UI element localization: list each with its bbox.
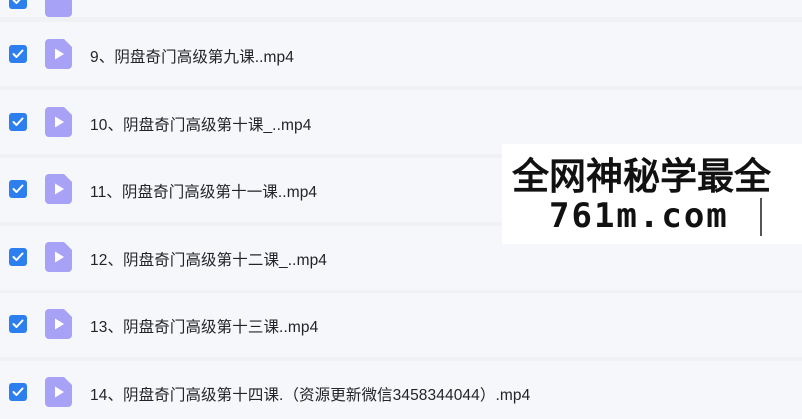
watermark-banner: 全网神秘学最全 761m.com xyxy=(502,144,802,244)
checkbox-checked[interactable] xyxy=(9,45,27,63)
checkbox-checked[interactable] xyxy=(9,383,27,401)
file-list-page: 9、阴盘奇门高级第九课..mp4 10、阴盘奇门高级第十课_..mp4 11、阴… xyxy=(0,0,802,419)
watermark-url: 761m.com xyxy=(549,196,729,236)
check-icon xyxy=(12,0,21,4)
video-file-icon xyxy=(45,107,72,137)
checkbox-checked[interactable] xyxy=(9,113,27,131)
file-name: 12、阴盘奇门高级第十二课_..mp4 xyxy=(90,252,328,269)
check-icon xyxy=(12,184,24,193)
file-row[interactable]: 13、阴盘奇门高级第十三课..mp4 xyxy=(0,293,802,357)
checkbox-checked[interactable] xyxy=(9,180,27,198)
checkbox-checked[interactable] xyxy=(9,315,27,333)
check-icon xyxy=(12,49,24,58)
video-file-icon xyxy=(45,242,72,272)
video-file-icon xyxy=(45,39,72,69)
check-icon xyxy=(12,387,24,396)
video-file-icon xyxy=(45,377,72,407)
text-cursor xyxy=(760,198,762,236)
video-file-icon xyxy=(45,0,72,17)
file-row[interactable] xyxy=(0,0,802,17)
video-file-icon xyxy=(45,174,72,204)
file-name: 10、阴盘奇门高级第十课_..mp4 xyxy=(90,117,312,134)
checkbox-checked[interactable] xyxy=(9,0,27,9)
check-icon xyxy=(12,117,24,126)
check-icon xyxy=(12,252,24,261)
file-name: 9、阴盘奇门高级第九课..mp4 xyxy=(90,49,294,66)
checkbox-checked[interactable] xyxy=(9,248,27,266)
file-row[interactable]: 14、阴盘奇门高级第十四课.（资源更新微信3458344044）.mp4 xyxy=(0,361,802,419)
file-row[interactable]: 9、阴盘奇门高级第九课..mp4 xyxy=(0,22,802,86)
file-name: 14、阴盘奇门高级第十四课.（资源更新微信3458344044）.mp4 xyxy=(90,387,531,404)
check-icon xyxy=(12,319,24,328)
file-name: 11、阴盘奇门高级第十一课..mp4 xyxy=(90,184,318,201)
video-file-icon xyxy=(45,309,72,339)
watermark-title: 全网神秘学最全 xyxy=(512,155,771,198)
file-name: 13、阴盘奇门高级第十三课..mp4 xyxy=(90,319,319,336)
